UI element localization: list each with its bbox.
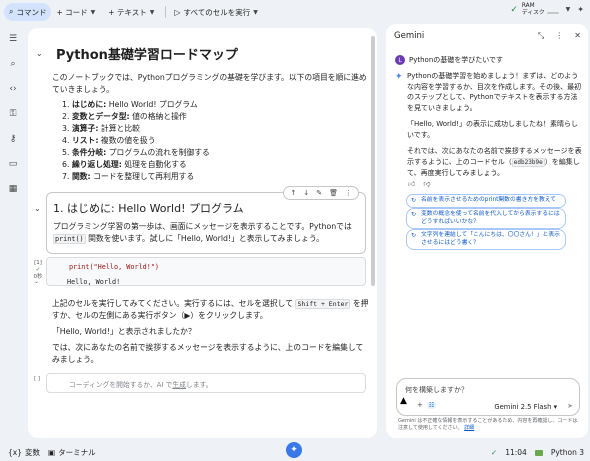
list-item: 7. 関数: コードを整理して再利用する [62,172,195,181]
thumbs-down-icon[interactable]: 👎︎ [423,179,430,188]
suggestion-chip[interactable]: ↻ 名前を表示させるためのprint関数の書き方を教えて [406,194,566,208]
prompt-tools: + ☷ [417,401,437,409]
gemini-panel: Gemini ⤡ ⋮ ✕ L Pythonの基礎を学びたいです ✦ Python… [386,24,588,438]
check-icon: ✓ [510,4,518,15]
list-item: 1. はじめに: Hello World! プログラム [62,100,198,109]
gemini-title: Gemini [394,31,425,41]
terminal-button[interactable]: ▣ ターミナル [48,447,96,458]
user-message: L Pythonの基礎を学びたいです [395,55,503,65]
details-link[interactable]: 詳細 [464,425,474,431]
prompt-box[interactable]: 何を構築しますか？ + ☷ Gemini 2.5 Flash ▾ ➤ [396,378,580,416]
search-icon: ⌕ [9,7,14,16]
list-item: 4. リスト: 複数の値を扱う [62,136,156,145]
code-snippets-icon[interactable]: ‹› [6,82,20,96]
after-text: 上記のセルを実行してみてください。実行するには、セルを選択して Shift + … [52,299,369,364]
chevron-down-icon: ▼ [149,8,155,16]
list-item: 3. 演算子: 計算と比較 [62,124,140,133]
close-icon[interactable]: ✕ [574,31,581,41]
empty-cell-run[interactable]: [ ] [34,376,40,382]
send-icon[interactable]: ➤ [567,402,573,410]
tools-icon[interactable]: ☷ [426,401,437,409]
check-icon: ✓ [490,448,498,457]
folder-icon[interactable]: ▭ [6,157,20,171]
key-icon[interactable]: ⚷ [6,132,20,146]
add-text-button[interactable]: + テキスト ▼ [103,3,162,21]
notebook-panel: ⌄ Python基礎学習ロードマップ このノートブックでは、Pythonプログラ… [28,28,377,438]
chevron-down-icon[interactable]: ⌄ [36,49,50,58]
generate-link[interactable]: 生成 [172,381,186,389]
time-label: 11:04 [505,448,527,457]
command-label: コマンド [16,7,47,17]
edit-icon[interactable]: ✎ [316,189,322,197]
disclaimer: Gemini は不正確な情報を表示することがあるため、内容を再確認し、コードは注… [398,418,578,431]
disk-bar [546,11,559,14]
ram-disk-indicator: RAM ディスク [522,3,559,16]
output-menu-icon[interactable]: ⌄ [34,278,39,285]
gemini-fab-icon[interactable]: ✦ [286,442,302,458]
add-icon[interactable]: + [417,401,423,409]
suggestion-icon: ↻ [411,197,417,204]
model-selector[interactable]: Gemini 2.5 Flash ▾ [494,403,557,411]
gemini-reply: Pythonの基礎学習を始めましょう！まずは、どのような内容を学習するか、目次を… [407,72,582,177]
check-icon: ✓ [35,267,41,273]
chevron-down-icon[interactable]: ▼ [566,6,571,13]
heading-row: ⌄ Python基礎学習ロードマップ [36,44,238,63]
status-right: ✓ 11:04 Python 3 [491,448,584,457]
move-down-icon[interactable]: ↓ [303,189,309,197]
table-of-contents-icon[interactable]: ☰ [6,32,20,46]
runtime-indicator [534,449,543,456]
section-title: 1. はじめに: Hello World! プログラム [53,202,244,215]
left-rail: ☰ ⌕ ‹› ⚿ ⚷ ▭ ▦ [0,24,26,437]
cell-output: Hello, World! [67,278,121,286]
variables-button[interactable]: {x} 変数 [8,447,40,458]
code-editor[interactable]: print("Hello, World!") [69,263,159,271]
page-title: Python基礎学習ロードマップ [56,48,238,63]
top-toolbar: ⌕ コマンド + コード ▼ + テキスト ▼ ▷ すべてのセルを実行 ▼ ✓ … [0,0,590,24]
suggestion-chip[interactable]: ↻ 文字列を連結して「こんにちは、〇〇さん！」と表示させるにはどう書く？ [406,229,566,250]
search-icon[interactable]: ⌕ [6,57,20,71]
move-up-icon[interactable]: ↑ [290,189,296,197]
terminal-icon[interactable]: ▦ [6,182,20,196]
avatar: L [395,55,405,65]
command-button[interactable]: ⌕ コマンド [4,3,52,21]
gemini-sparkle-icon: ✦ [395,72,403,82]
run-all-button[interactable]: ▷ すべてのセルを実行 ▼ [169,3,265,21]
delete-icon[interactable]: 🗑 [329,189,338,197]
runtime-status[interactable]: ✓ RAM ディスク ▼ ✦ [510,3,584,16]
suggestion-chip[interactable]: ↻ 変数の概念を使って名前を代入してから表示するにはどうすればいいかな？ [406,208,566,229]
mouse-cursor-icon: ▲ [400,396,407,406]
more-icon[interactable]: ⋮ [555,31,563,41]
thumbs-up-icon[interactable]: 👍︎ [408,179,415,188]
expand-icon[interactable]: ⤡ [538,31,544,41]
chevron-down-icon: ▼ [253,8,258,16]
empty-code-cell[interactable]: コーディングを開始するか、AI で生成します。 [46,373,366,393]
play-icon: ▷ [174,7,181,17]
more-icon[interactable]: ⋮ [345,189,352,197]
runtime-label[interactable]: Python 3 [551,448,584,457]
secrets-icon[interactable]: ⚿ [6,107,20,121]
list-item: 6. 繰り返し処理: 処理を自動化する [62,160,187,169]
section-body: プログラミング学習の第一歩は、画面にメッセージを表示することです。Pythonで… [53,222,352,244]
prompt-input[interactable]: 何を構築しますか？ [405,385,468,395]
cell-toolbar: ↑ ↓ ✎ 🗑 ⋮ [283,186,359,200]
chevron-down-icon[interactable]: ⌄ [34,204,41,213]
topic-list: 1. はじめに: Hello World! プログラム 2. 変数とデータ型: … [62,99,362,183]
chevron-down-icon: ▼ [90,8,96,16]
feedback-buttons: 👍︎ 👎︎ [408,179,430,188]
list-item: 2. 変数とデータ型: 値の格納と操作 [62,112,187,121]
terminal-icon: ▣ [47,448,56,457]
list-item: 5. 条件分岐: プログラムの流れを制御する [62,148,210,157]
sparkle-icon[interactable]: ✦ [577,5,584,14]
variables-icon: {x} [8,448,22,457]
text-cell-selected[interactable]: ↑ ↓ ✎ 🗑 ⋮ 1. はじめに: Hello World! プログラム プロ… [46,186,366,254]
divider [165,6,167,18]
gemini-header-icons: ⤡ ⋮ ✕ [538,31,581,41]
suggestion-icon: ↻ [411,211,417,218]
scrollbar[interactable] [371,36,375,286]
add-code-button[interactable]: + コード ▼ [51,3,103,21]
empty-cell-placeholder: コーディングを開始するか、AI で生成します。 [69,381,213,389]
suggestion-icon: ↻ [411,232,417,239]
intro-text: このノートブックでは、Pythonプログラミングの基礎を学びます。以下の項目を順… [52,73,367,94]
